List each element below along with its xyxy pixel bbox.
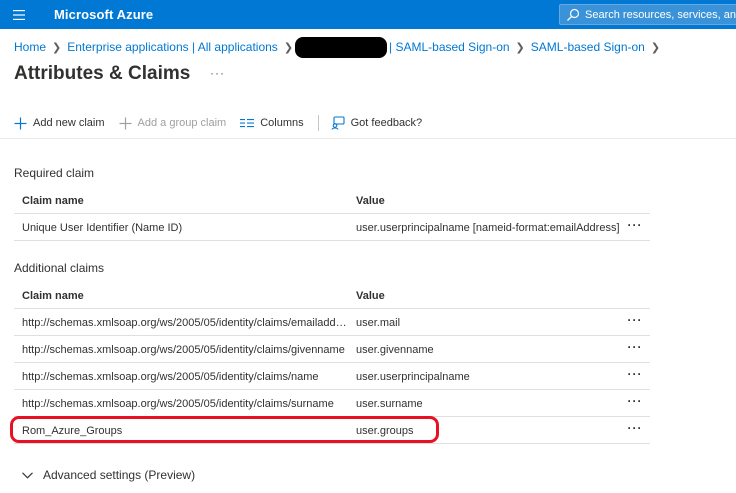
table-row[interactable]: Unique User Identifier (Name ID) user.us… — [14, 214, 650, 241]
breadcrumb: Home ❯ Enterprise applications | All app… — [14, 36, 666, 58]
column-header-value: Value — [356, 195, 385, 207]
chevron-right-icon: ❯ — [52, 41, 62, 54]
chevron-down-icon — [22, 471, 33, 479]
command-bar: Add new claim Add a group claim Columns … — [14, 113, 436, 133]
highlight-annotation — [10, 416, 439, 443]
claim-name: http://schemas.xmlsoap.org/ws/2005/05/id… — [22, 317, 350, 329]
add-group-claim-label: Add a group claim — [137, 117, 227, 129]
claim-value: user.userprincipalname [nameid-format:em… — [356, 222, 620, 234]
add-new-claim-button[interactable]: Add new claim — [14, 117, 105, 130]
chevron-right-icon: ❯ — [283, 41, 294, 54]
row-more-button[interactable]: ··· — [624, 313, 646, 329]
toolbar-divider-line — [0, 138, 736, 139]
breadcrumb-app-sso[interactable]: | SAML-based Sign-on — [389, 40, 510, 54]
table-row[interactable]: http://schemas.xmlsoap.org/ws/2005/05/id… — [14, 390, 650, 417]
required-table-header: Claim name Value — [14, 188, 650, 214]
add-new-claim-label: Add new claim — [33, 117, 105, 129]
advanced-settings-label: Advanced settings (Preview) — [43, 468, 196, 482]
row-more-button[interactable]: ··· — [624, 340, 646, 356]
feedback-label: Got feedback? — [350, 117, 423, 129]
table-row[interactable]: http://schemas.xmlsoap.org/ws/2005/05/id… — [14, 309, 650, 336]
brand-title[interactable]: Microsoft Azure — [54, 7, 153, 22]
claim-value: user.mail — [356, 317, 401, 329]
row-more-button[interactable]: ··· — [624, 367, 646, 383]
claim-value: user.userprincipalname — [356, 371, 470, 383]
page-more-button[interactable]: ··· — [210, 66, 225, 80]
hamburger-icon — [13, 9, 25, 20]
row-more-button[interactable]: ··· — [624, 421, 646, 437]
redacted-app-name — [295, 36, 388, 58]
claim-value: user.givenname — [356, 344, 434, 356]
claim-name: http://schemas.xmlsoap.org/ws/2005/05/id… — [22, 398, 334, 410]
chevron-right-icon: ❯ — [650, 41, 661, 54]
plus-icon — [119, 117, 132, 129]
feedback-icon — [331, 116, 345, 130]
claim-name: http://schemas.xmlsoap.org/ws/2005/05/id… — [22, 344, 345, 356]
additional-table-header: Claim name Value — [14, 283, 650, 309]
global-search-input[interactable]: Search resources, services, and docs — [559, 4, 736, 25]
table-row[interactable]: http://schemas.xmlsoap.org/ws/2005/05/id… — [14, 336, 650, 363]
columns-icon — [240, 119, 255, 128]
claim-name: Unique User Identifier (Name ID) — [22, 222, 183, 234]
column-header-claim-name: Claim name — [22, 195, 84, 207]
breadcrumb-saml-sso[interactable]: SAML-based Sign-on — [531, 40, 645, 54]
search-icon — [567, 8, 580, 21]
additional-claims-heading: Additional claims — [14, 261, 105, 275]
portal-menu-button[interactable] — [0, 0, 38, 29]
advanced-settings-toggle[interactable]: Advanced settings (Preview) — [22, 468, 195, 482]
breadcrumb-home[interactable]: Home — [14, 40, 46, 54]
column-header-claim-name: Claim name — [22, 290, 84, 302]
columns-button[interactable]: Columns — [240, 117, 304, 129]
row-more-button[interactable]: ··· — [624, 394, 646, 410]
search-placeholder: Search resources, services, and docs — [585, 8, 736, 21]
columns-label: Columns — [260, 117, 304, 129]
column-header-value: Value — [356, 290, 385, 302]
required-claim-heading: Required claim — [14, 166, 95, 180]
table-row[interactable]: http://schemas.xmlsoap.org/ws/2005/05/id… — [14, 363, 650, 390]
feedback-button[interactable]: Got feedback? — [331, 116, 423, 130]
add-group-claim-button[interactable]: Add a group claim — [119, 117, 227, 130]
toolbar-divider — [317, 115, 319, 131]
row-more-button[interactable]: ··· — [624, 218, 646, 234]
plus-icon — [14, 117, 27, 129]
breadcrumb-enterprise-applications[interactable]: Enterprise applications | All applicatio… — [67, 40, 278, 54]
claim-name: http://schemas.xmlsoap.org/ws/2005/05/id… — [22, 371, 319, 383]
top-bar: Microsoft Azure Search resources, servic… — [0, 0, 736, 29]
page-title: Attributes & Claims — [14, 63, 191, 84]
chevron-right-icon: ❯ — [515, 41, 525, 54]
claim-value: user.surname — [356, 398, 423, 410]
